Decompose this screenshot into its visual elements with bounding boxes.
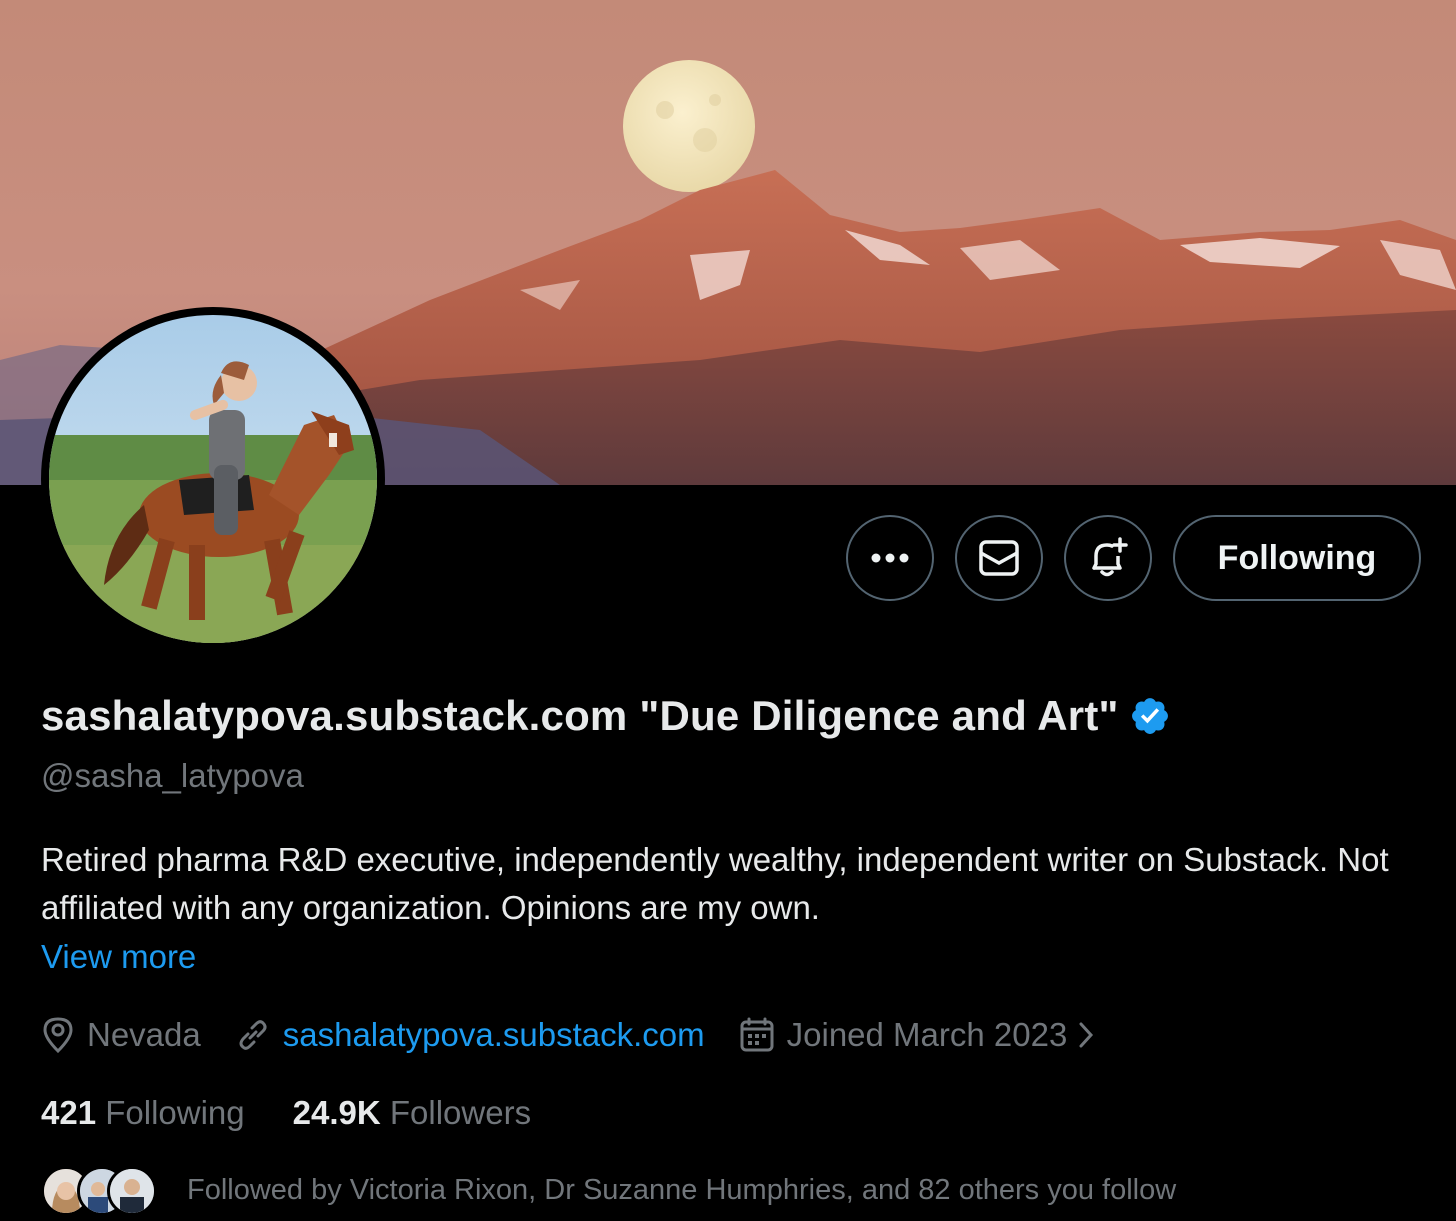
joined-text: Joined March 2023 xyxy=(786,1016,1068,1053)
display-name: sashalatypova.substack.com "Due Diligenc… xyxy=(41,692,1119,739)
follow-counts: 421 Following 24.9K Followers xyxy=(41,1094,579,1132)
display-name-row: sashalatypova.substack.com "Due Diligenc… xyxy=(41,692,1171,740)
profile-page: Following sashalatypova.substack.com "Du… xyxy=(0,0,1456,1221)
profile-actions: Following xyxy=(846,515,1421,601)
following-button[interactable]: Following xyxy=(1173,515,1421,601)
view-more-link[interactable]: View more xyxy=(41,938,196,976)
location: Nevada xyxy=(41,1016,201,1054)
followers-count-link[interactable]: 24.9K Followers xyxy=(293,1094,531,1132)
mutual-avatars xyxy=(41,1166,161,1216)
following-label: Following xyxy=(105,1094,245,1131)
link-icon xyxy=(239,1020,267,1050)
notifications-button[interactable] xyxy=(1064,515,1152,601)
followed-by[interactable]: Followed by Victoria Rixon, Dr Suzanne H… xyxy=(41,1166,1177,1216)
verified-badge-icon[interactable] xyxy=(1129,695,1171,737)
more-icon xyxy=(871,553,909,563)
location-pin-icon xyxy=(43,1017,73,1054)
calendar-icon xyxy=(740,1017,774,1052)
following-count-link[interactable]: 421 Following xyxy=(41,1094,245,1132)
chevron-right-icon xyxy=(1079,1022,1094,1048)
joined-date[interactable]: Joined March 2023 xyxy=(739,1016,1108,1054)
avatar[interactable] xyxy=(41,307,385,651)
profile-meta: Nevada sashalatypova.substack.com Joined xyxy=(41,1010,1141,1060)
website-link[interactable]: sashalatypova.substack.com xyxy=(283,1016,705,1054)
followers-label: Followers xyxy=(389,1094,532,1131)
followed-by-text: Followed by Victoria Rixon, Dr Suzanne H… xyxy=(187,1173,1177,1206)
more-button[interactable] xyxy=(846,515,934,601)
avatar-image xyxy=(49,315,377,643)
following-count: 421 xyxy=(41,1094,97,1131)
followers-count: 24.9K xyxy=(292,1094,381,1131)
mail-icon xyxy=(979,540,1019,576)
website[interactable]: sashalatypova.substack.com xyxy=(235,1016,705,1054)
handle: @sasha_latypova xyxy=(41,757,304,794)
location-text: Nevada xyxy=(87,1016,201,1053)
bell-plus-icon xyxy=(1092,537,1128,577)
mutual-avatar xyxy=(107,1166,157,1216)
bio: Retired pharma R&D executive, independen… xyxy=(41,841,1389,926)
message-button[interactable] xyxy=(955,515,1043,601)
